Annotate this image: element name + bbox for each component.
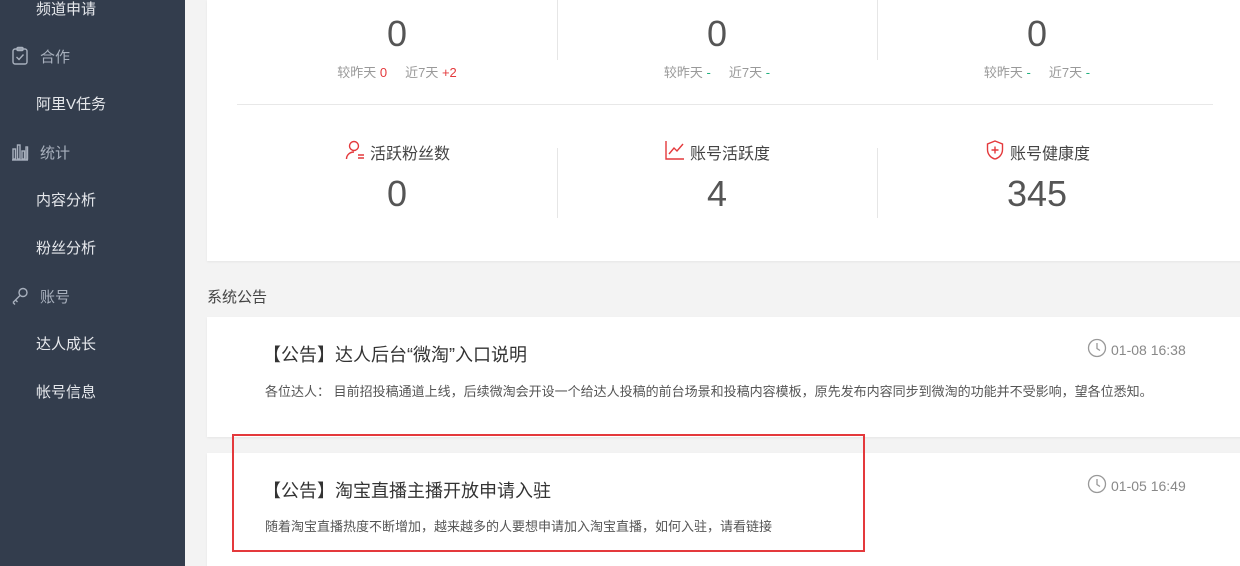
sidebar-group-cooperation[interactable]: 合作 [0, 36, 185, 76]
week-value: +2 [441, 65, 457, 80]
stats-card: 0 较昨天 0 近7天 +2 0 较昨天 - 近7天 - 0 较昨天 - 近7天 - … [207, 0, 1240, 261]
stat-compare: 较昨天 - 近7天 - [877, 62, 1197, 81]
week-label: 近7天 [405, 65, 439, 80]
announcement-time-text: 01-05 16:49 [1111, 477, 1186, 494]
shield-plus-icon [984, 139, 1010, 166]
yesterday-value: - [1026, 65, 1031, 80]
sidebar-item-label: 粉丝分析 [36, 239, 97, 257]
user-icon [344, 139, 370, 166]
metric-value: 4 [706, 173, 728, 214]
metric-title: 账号活跃度 [557, 140, 877, 164]
stat-block-3: 0 较昨天 - 近7天 - [877, 14, 1197, 81]
metric-title-text: 活跃粉丝数 [369, 146, 450, 163]
stat-value: 0 [1026, 13, 1048, 54]
clipboard-check-icon [10, 46, 30, 66]
divider [877, 148, 878, 218]
stat-compare: 较昨天 0 近7天 +2 [237, 62, 557, 81]
line-chart-icon [664, 139, 690, 166]
sidebar-item-channel-apply[interactable]: 频道申请 [0, 0, 185, 28]
metric-account-activity: 账号活跃度 4 [557, 140, 877, 214]
stat-value: 0 [706, 13, 728, 54]
sidebar-item-label: 阿里V任务 [36, 95, 107, 113]
announcement-time: 01-05 16:49 [1087, 474, 1186, 497]
announcement-summary: 随着淘宝直播热度不断增加，越来越多的人要想申请加入淘宝直播，如何入驻，请看链接 [265, 519, 773, 534]
week-label: 近7天 [1048, 65, 1083, 80]
stat-compare: 较昨天 - 近7天 - [557, 62, 877, 81]
yesterday-value: 0 [379, 65, 388, 80]
sidebar-item-account-info[interactable]: 帐号信息 [0, 371, 185, 411]
metric-title-text: 账号健康度 [1009, 146, 1090, 163]
sidebar-item-label: 账号 [40, 288, 71, 306]
clock-icon [1087, 474, 1111, 497]
stat-block-1: 0 较昨天 0 近7天 +2 [237, 14, 557, 81]
announcement-item[interactable]: 【公告】达人后台“微淘”入口说明 01-08 16:38 各位达人： 目前招投稿… [207, 317, 1240, 437]
stat-value: 0 [386, 13, 408, 54]
metric-value: 345 [1006, 173, 1068, 214]
sidebar-item-label: 内容分析 [36, 191, 97, 209]
announcement-item[interactable]: 【公告】淘宝直播主播开放申请入驻 01-05 16:49 随着淘宝直播热度不断增… [207, 453, 1240, 566]
divider [557, 0, 558, 60]
sidebar-item-aliv-task[interactable]: 阿里V任务 [0, 83, 185, 123]
sidebar-item-label: 帐号信息 [36, 383, 97, 401]
week-label: 近7天 [728, 65, 763, 80]
sidebar-item-label: 达人成长 [36, 335, 97, 353]
yesterday-label: 较昨天 [983, 65, 1023, 80]
clock-icon [1087, 338, 1111, 361]
key-icon [10, 286, 30, 306]
sidebar-item-fans-analysis[interactable]: 粉丝分析 [0, 227, 185, 267]
yesterday-label: 较昨天 [663, 65, 703, 80]
sidebar: 频道申请 合作 阿里V任务 统计 内容分析 粉丝分析 账号 达人成长 帐号信息 [0, 0, 185, 566]
sidebar-item-label: 统计 [40, 144, 71, 162]
announcement-summary: 各位达人： 目前招投稿通道上线，后续微淘会开设一个给达人投稿的前台场景和投稿内容… [265, 384, 1153, 399]
announcements-section-title: 系统公告 [207, 289, 268, 306]
metric-title: 账号健康度 [877, 139, 1197, 166]
metric-account-health: 账号健康度 345 [877, 139, 1197, 214]
announcement-title[interactable]: 【公告】淘宝直播主播开放申请入驻 [263, 477, 551, 503]
sidebar-group-statistics[interactable]: 统计 [0, 132, 185, 172]
divider [237, 104, 1213, 105]
metric-title-text: 账号活跃度 [689, 146, 770, 163]
announcement-title[interactable]: 【公告】达人后台“微淘”入口说明 [263, 341, 527, 367]
yesterday-value: - [706, 65, 711, 80]
sidebar-item-label: 频道申请 [36, 0, 97, 18]
week-value: - [765, 65, 771, 80]
metric-active-fans: 活跃粉丝数 0 [237, 140, 557, 214]
metric-title: 活跃粉丝数 [237, 140, 557, 164]
yesterday-label: 较昨天 [337, 65, 377, 80]
sidebar-item-talent-growth[interactable]: 达人成长 [0, 323, 185, 363]
announcement-time: 01-08 16:38 [1087, 338, 1186, 361]
sidebar-group-account[interactable]: 账号 [0, 276, 185, 316]
announcement-time-text: 01-08 16:38 [1111, 341, 1186, 358]
divider [877, 0, 878, 60]
stat-block-2: 0 较昨天 - 近7天 - [557, 14, 877, 81]
sidebar-item-content-analysis[interactable]: 内容分析 [0, 179, 185, 219]
divider [557, 148, 558, 218]
metric-value: 0 [386, 173, 408, 214]
bar-chart-icon [10, 142, 30, 162]
sidebar-item-label: 合作 [40, 48, 71, 66]
week-value: - [1085, 65, 1091, 80]
